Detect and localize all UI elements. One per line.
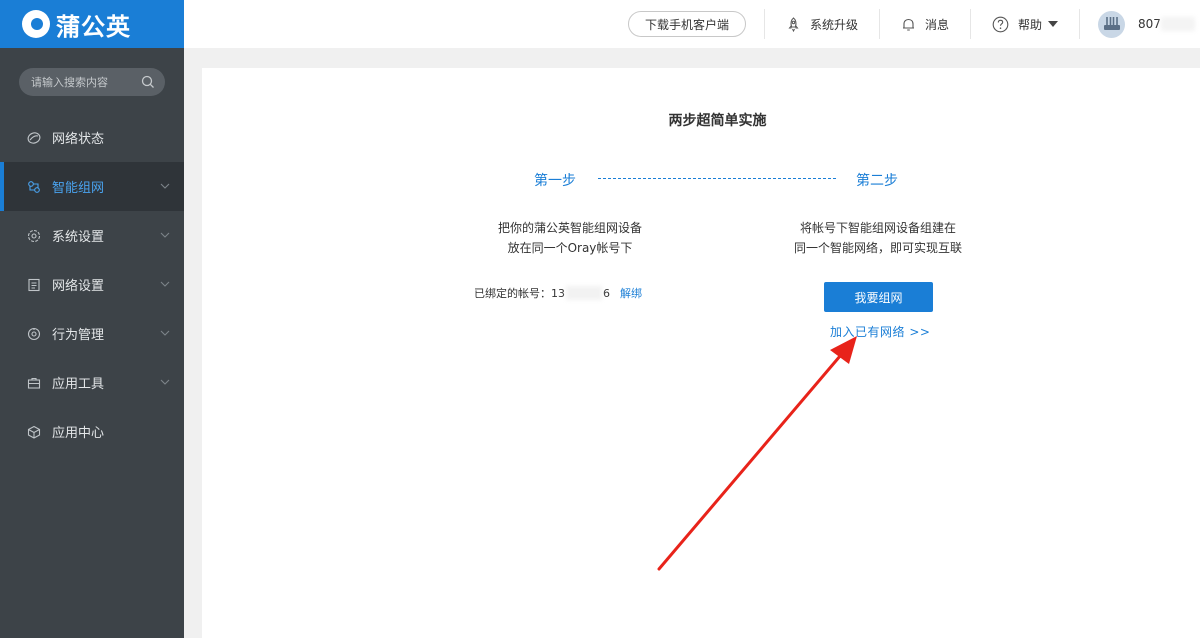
help-menu-button[interactable]: 帮助 xyxy=(971,16,1079,33)
router-icon xyxy=(1103,17,1120,30)
logo-icon xyxy=(22,10,50,38)
document-icon xyxy=(28,278,40,291)
sidebar-item-label: 应用工具 xyxy=(52,377,105,392)
logo[interactable]: 蒲公英 xyxy=(0,0,184,48)
sidebar-item-smart-network[interactable]: 智能组网 xyxy=(0,162,184,211)
rocket-icon xyxy=(788,16,799,32)
sidebar-item-label: 系统设置 xyxy=(52,230,105,245)
chevron-down-icon xyxy=(160,281,170,287)
chevron-down-icon xyxy=(160,232,170,238)
sidebar-item-behavior-management[interactable]: 行为管理 xyxy=(0,309,184,358)
chevron-down-icon xyxy=(160,183,170,189)
redacted-mask xyxy=(1160,17,1195,31)
bell-icon xyxy=(902,18,914,31)
smart-network-icon xyxy=(28,180,40,193)
step-connector xyxy=(598,178,836,179)
top-bar: 下载手机客户端 系统升级 消息 帮助 807 xyxy=(184,0,1200,48)
account-prefix: 13 xyxy=(551,286,565,300)
sidebar-item-label: 网络设置 xyxy=(52,279,105,294)
step2-line1: 将帐号下智能组网设备组建在 xyxy=(799,221,956,235)
step2-line2: 同一个智能网络，即可实现互联 xyxy=(793,241,962,255)
sidebar-item-system-settings[interactable]: 系统设置 xyxy=(0,211,184,260)
messages-button[interactable]: 消息 xyxy=(880,16,970,33)
step2-label: 第二步 xyxy=(856,173,898,189)
sidebar-item-label: 智能组网 xyxy=(52,181,105,196)
main-panel: 两步超简单实施 第一步 第二步 把你的蒲公英智能组网设备 放在同一个Oray帐号… xyxy=(202,68,1200,638)
search-icon[interactable] xyxy=(141,75,155,89)
user-id: 807 xyxy=(1138,17,1161,31)
sidebar-item-label: 行为管理 xyxy=(52,328,105,343)
unbind-link[interactable]: 解绑 xyxy=(620,285,642,301)
bound-account-label: 已绑定的帐号： xyxy=(474,287,551,300)
step1-label: 第一步 xyxy=(534,173,576,189)
app-window: 蒲公英 网络状态 智 xyxy=(0,0,1200,638)
sidebar-search xyxy=(19,68,165,96)
sidebar-item-label: 应用中心 xyxy=(52,426,105,441)
help-label: 帮助 xyxy=(1017,17,1042,32)
sidebar: 蒲公英 网络状态 智 xyxy=(0,0,184,638)
sidebar-item-label: 网络状态 xyxy=(52,132,105,147)
sidebar-item-network-settings[interactable]: 网络设置 xyxy=(0,260,184,309)
chevron-down-icon xyxy=(160,379,170,385)
help-icon xyxy=(992,16,1009,32)
create-network-button[interactable]: 我要组网 xyxy=(824,282,933,312)
step1-description: 把你的蒲公英智能组网设备 放在同一个Oray帐号下 xyxy=(464,218,676,258)
system-upgrade-button[interactable]: 系统升级 xyxy=(765,16,879,33)
behavior-icon xyxy=(27,327,41,340)
sidebar-item-app-tools[interactable]: 应用工具 xyxy=(0,358,184,407)
search-input[interactable] xyxy=(31,75,141,89)
network-status-icon xyxy=(27,131,41,144)
step1-line1: 把你的蒲公英智能组网设备 xyxy=(497,221,642,235)
messages-label: 消息 xyxy=(924,17,949,32)
user-menu[interactable]: 807 xyxy=(1080,10,1200,38)
redacted-mask xyxy=(566,286,602,300)
sidebar-item-network-status[interactable]: 网络状态 xyxy=(0,113,184,162)
avatar xyxy=(1098,10,1125,38)
step1-line2: 放在同一个Oray帐号下 xyxy=(507,241,633,255)
chevron-down-icon xyxy=(160,330,170,336)
sidebar-nav: 网络状态 智能组网 系统设置 网络设置 行为管理 应用工具 应用中心 xyxy=(0,113,184,456)
toolbox-icon xyxy=(27,377,41,389)
gear-icon xyxy=(27,229,41,242)
caret-down-icon xyxy=(1048,21,1058,27)
page-title: 两步超简单实施 xyxy=(668,113,767,129)
cube-icon xyxy=(27,425,41,439)
download-client-button[interactable]: 下载手机客户端 xyxy=(627,11,746,37)
brand-name: 蒲公英 xyxy=(56,12,131,41)
step2-description: 将帐号下智能组网设备组建在 同一个智能网络，即可实现互联 xyxy=(778,218,978,258)
system-upgrade-label: 系统升级 xyxy=(809,17,858,32)
account-suffix: 6 xyxy=(603,286,610,300)
bound-account: 已绑定的帐号： 13 6 解绑 xyxy=(474,285,642,301)
sidebar-item-app-center[interactable]: 应用中心 xyxy=(0,407,184,456)
join-existing-network-link[interactable]: 加入已有网络 >> xyxy=(830,323,930,340)
